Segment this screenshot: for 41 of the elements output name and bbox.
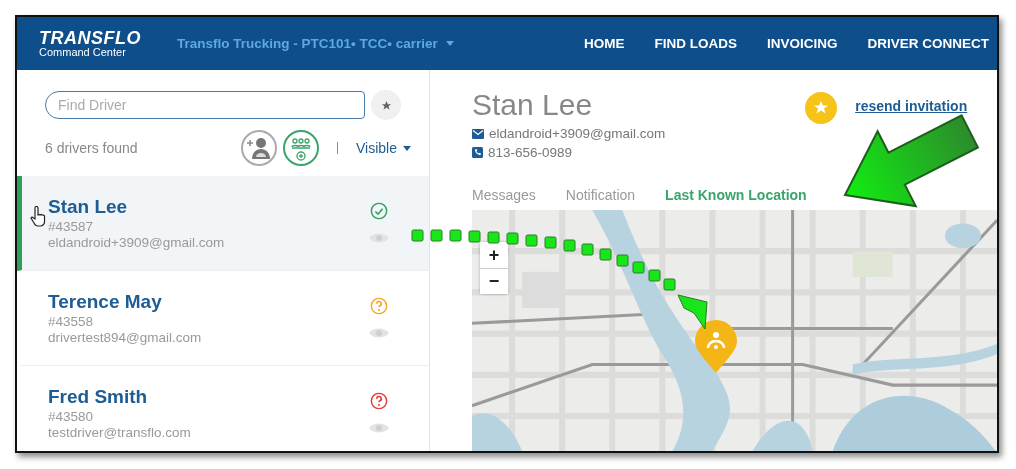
map[interactable]: + − <box>472 210 997 451</box>
driver-email: testdriver@transflo.com <box>48 425 191 441</box>
driver-phone: 813-656-0989 <box>488 145 573 160</box>
favorites-button[interactable] <box>371 90 401 120</box>
nav-link[interactable]: HOME <box>583 36 625 51</box>
nav-link[interactable]: DRIVER CONNECT <box>867 36 989 51</box>
eye-icon[interactable] <box>369 422 389 434</box>
separator <box>336 142 338 154</box>
nav-link[interactable]: FIND LOADS <box>654 36 737 51</box>
driver-name: Terence May <box>48 290 163 314</box>
driver-item[interactable]: Stan Lee #43587 eldandroid+3909@gmail.com <box>17 176 429 271</box>
nav-link[interactable]: INVOICING <box>766 36 838 51</box>
driver-name: Fred Smith <box>48 385 149 409</box>
phone-icon <box>472 147 483 158</box>
add-group-button[interactable] <box>282 130 319 166</box>
driver-item[interactable]: Fred Smith #43580 testdriver@transflo.com <box>17 366 429 451</box>
logo[interactable]: TRANSFLO Command Center <box>39 29 141 58</box>
driver-email: eldandroid+3909@gmail.com <box>48 235 225 251</box>
caret-icon <box>445 41 454 46</box>
driver-pin-icon <box>694 320 738 374</box>
driver-title: Stan Lee <box>472 88 594 122</box>
driver-name: Stan Lee <box>48 195 129 219</box>
driver-email: eldandroid+3909@gmail.com <box>489 126 666 141</box>
add-driver-button[interactable] <box>240 130 277 166</box>
zoom-in-button[interactable]: + <box>480 242 508 268</box>
search-field[interactable]: Find Driver <box>45 91 365 119</box>
envelope-icon <box>472 128 484 139</box>
eye-icon[interactable] <box>369 327 389 339</box>
driver-id: #43558 <box>48 314 95 330</box>
visibility-dropdown[interactable]: Visible <box>356 140 411 156</box>
hand-cursor-icon <box>30 206 48 228</box>
eye-icon[interactable] <box>369 232 389 244</box>
zoom-out-button[interactable]: − <box>480 268 508 294</box>
driver-item[interactable]: Terence May #43558 drivertest894@gmail.com <box>17 271 429 366</box>
driver-email: drivertest894@gmail.com <box>48 330 202 346</box>
resend-invitation-link[interactable]: resend invitation <box>855 98 968 114</box>
driver-id: #43587 <box>48 219 95 235</box>
star-icon <box>380 99 392 111</box>
caret-icon <box>403 145 411 151</box>
driver-id: #43580 <box>48 409 95 425</box>
driver-count: 6 drivers found <box>45 140 138 156</box>
